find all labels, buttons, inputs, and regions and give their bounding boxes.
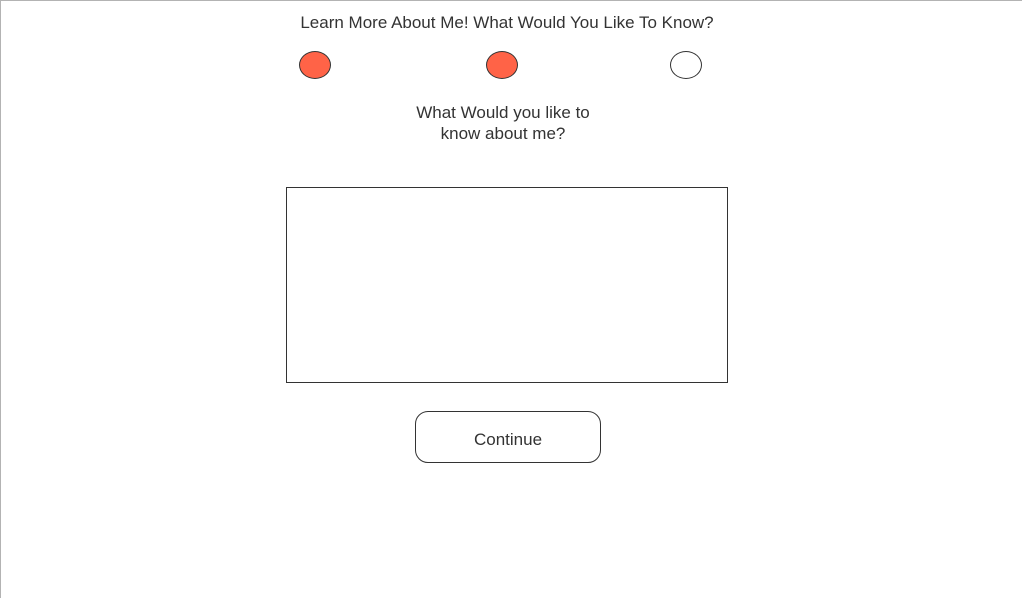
step-indicator-1[interactable] xyxy=(299,51,331,79)
answer-textarea[interactable] xyxy=(286,187,728,383)
step-indicator-3[interactable] xyxy=(670,51,702,79)
question-prompt: What Would you like to know about me? xyxy=(402,102,604,144)
question-line-1: What Would you like to xyxy=(416,103,590,122)
question-line-2: know about me? xyxy=(440,124,566,143)
page-title: Learn More About Me! What Would You Like… xyxy=(300,13,714,32)
step-indicator-2[interactable] xyxy=(486,51,518,79)
continue-button[interactable]: Continue xyxy=(415,411,601,463)
